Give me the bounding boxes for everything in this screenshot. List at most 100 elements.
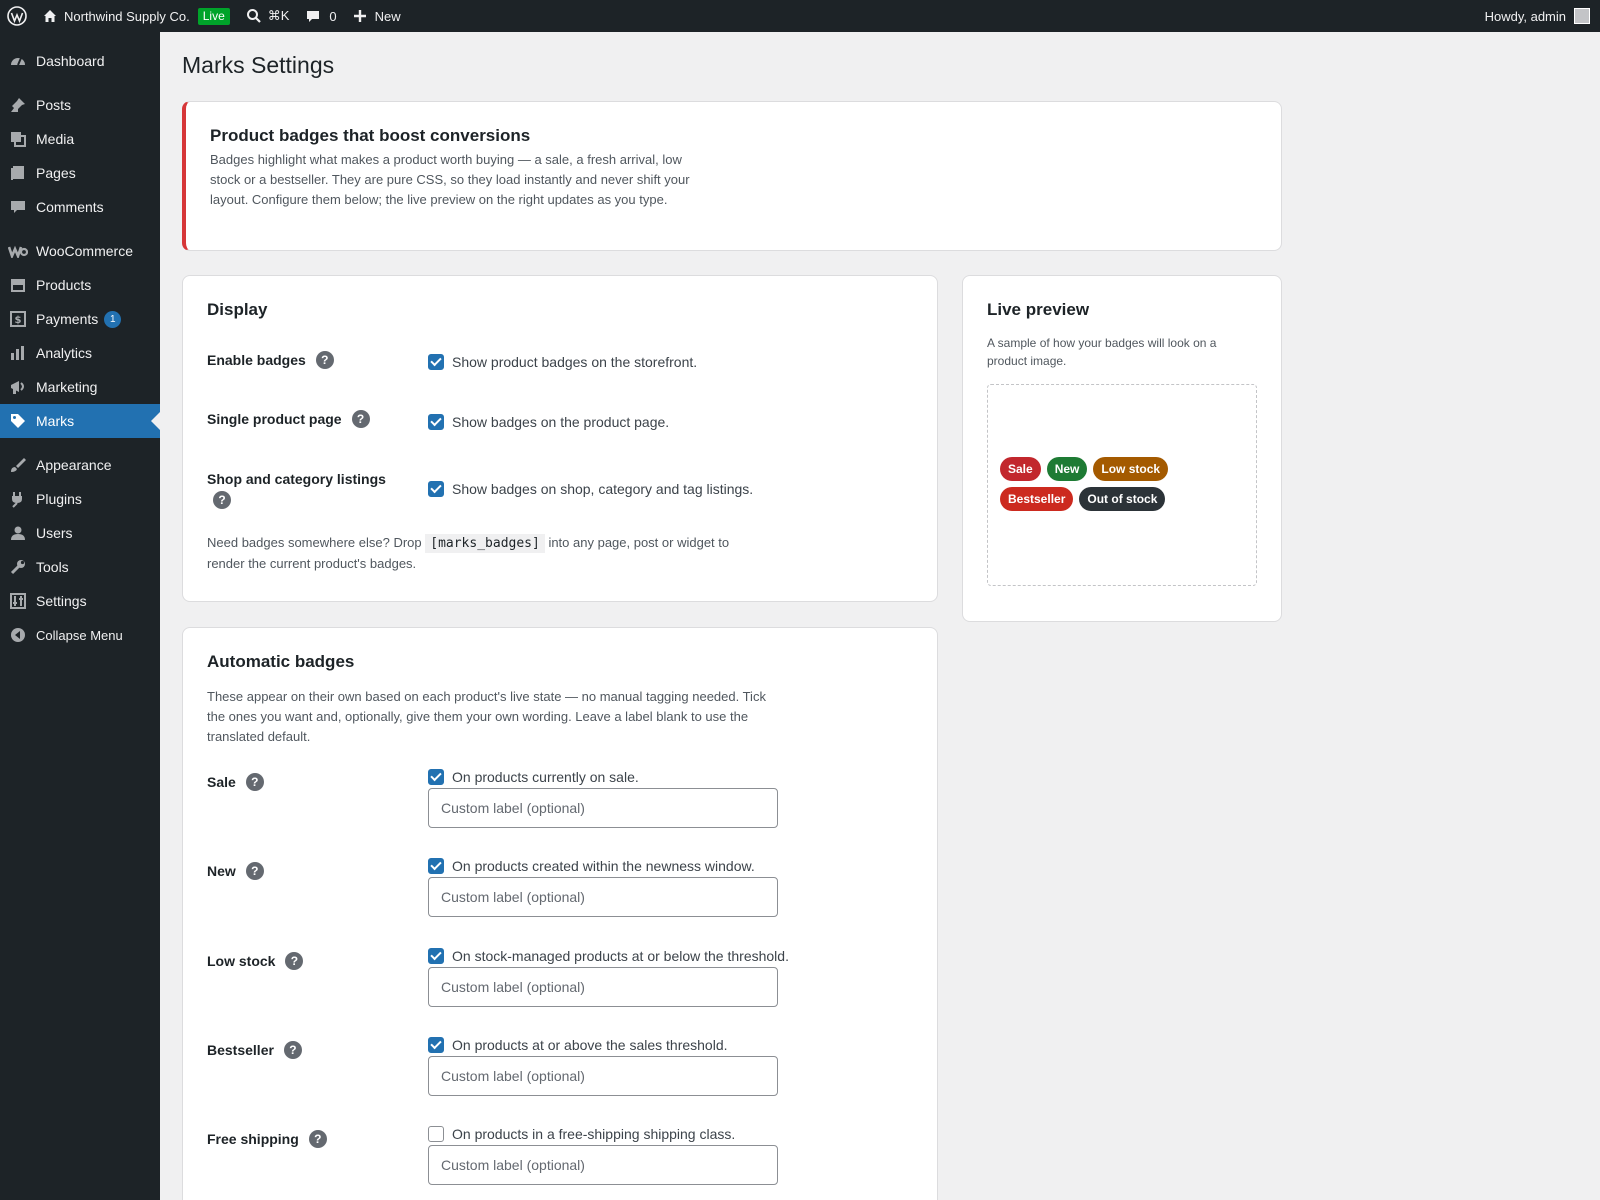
single-product-checkbox-row[interactable]: Show badges on the product page. bbox=[428, 414, 669, 430]
badge-bestseller: Bestseller bbox=[1000, 487, 1074, 511]
sidebar-item-marketing[interactable]: Marketing bbox=[0, 370, 160, 404]
page-title: Marks Settings bbox=[182, 52, 335, 78]
sidebar-item-settings[interactable]: Settings bbox=[0, 584, 160, 618]
sidebar-item-media[interactable]: Media bbox=[0, 122, 160, 156]
free-shipping-checkbox[interactable] bbox=[428, 1126, 444, 1142]
help-icon[interactable]: ? bbox=[308, 1130, 327, 1148]
intro-text: Badges highlight what makes a product wo… bbox=[210, 152, 690, 207]
shop-listings-checkbox[interactable] bbox=[428, 481, 444, 497]
sale-checkbox-row[interactable]: On products currently on sale. bbox=[428, 769, 639, 785]
admin-sidebar: Dashboard Posts Media Pages Comments Woo… bbox=[0, 32, 160, 1200]
admin-bar: Northwind Supply Co. Live ⌘K 0 New Howdy… bbox=[0, 0, 1600, 32]
sidebar-item-woocommerce[interactable]: WooCommerce bbox=[0, 234, 160, 268]
sidebar-item-label: Pages bbox=[36, 165, 76, 181]
free-shipping-checkbox-row[interactable]: On products in a free-shipping shipping … bbox=[428, 1126, 735, 1142]
wordpress-logo-icon[interactable] bbox=[0, 0, 34, 32]
badge-sale: Sale bbox=[1000, 457, 1041, 481]
sidebar-item-label: WooCommerce bbox=[36, 243, 133, 259]
bestseller-custom-label-input[interactable] bbox=[428, 1056, 778, 1096]
home-icon bbox=[44, 10, 56, 22]
comments-count: 0 bbox=[329, 8, 337, 24]
help-icon[interactable]: ? bbox=[315, 351, 334, 369]
checkbox-label: On products currently on sale. bbox=[452, 769, 639, 785]
row-label-text: Sale bbox=[207, 774, 236, 790]
note-text: Need badges somewhere else? Drop bbox=[207, 535, 426, 550]
sidebar-item-payments[interactable]: $ Payments 1 bbox=[0, 302, 160, 336]
single-product-label: Single product page? bbox=[207, 410, 370, 428]
low-stock-checkbox-row[interactable]: On stock-managed products at or below th… bbox=[428, 948, 789, 964]
payments-icon: $ bbox=[0, 310, 36, 328]
new-custom-label-input[interactable] bbox=[428, 877, 778, 917]
sidebar-item-label: Tools bbox=[36, 559, 69, 575]
badge-new: New bbox=[1046, 457, 1088, 481]
media-icon bbox=[0, 130, 36, 148]
woocommerce-icon bbox=[0, 244, 36, 258]
payments-count-badge: 1 bbox=[104, 310, 122, 328]
help-icon[interactable]: ? bbox=[285, 952, 304, 970]
new-content-link[interactable]: New bbox=[345, 0, 409, 32]
search-shortcut[interactable]: ⌘K bbox=[238, 0, 298, 32]
comments-link[interactable]: 0 bbox=[297, 0, 344, 32]
live-badge: Live bbox=[197, 7, 230, 25]
automatic-badges-card: Automatic badges These appear on their o… bbox=[182, 627, 938, 1200]
sidebar-item-products[interactable]: Products bbox=[0, 268, 160, 302]
bestseller-label: Bestseller? bbox=[207, 1041, 302, 1059]
free-shipping-label: Free shipping? bbox=[207, 1130, 327, 1148]
help-icon[interactable]: ? bbox=[283, 1041, 302, 1059]
site-name-link[interactable]: Northwind Supply Co. Live bbox=[34, 0, 238, 32]
sidebar-item-label: Dashboard bbox=[36, 53, 105, 69]
enable-badges-checkbox-row[interactable]: Show product badges on the storefront. bbox=[428, 354, 697, 370]
intro-notice: Product badges that boost conversions Ba… bbox=[182, 101, 1282, 251]
sidebar-item-tools[interactable]: Tools bbox=[0, 550, 160, 584]
sidebar-item-label: Comments bbox=[36, 199, 104, 215]
live-preview-card: Live preview A sample of how your badges… bbox=[962, 275, 1282, 622]
sidebar-item-analytics[interactable]: Analytics bbox=[0, 336, 160, 370]
sidebar-item-marks[interactable]: Marks bbox=[0, 404, 160, 438]
low-stock-checkbox[interactable] bbox=[428, 948, 444, 964]
user-icon bbox=[0, 524, 36, 542]
sidebar-item-label: Products bbox=[36, 277, 92, 293]
row-label-text: Shop and category listings bbox=[207, 471, 386, 487]
new-checkbox-row[interactable]: On products created within the newness w… bbox=[428, 858, 755, 874]
sidebar-item-pages[interactable]: Pages bbox=[0, 156, 160, 190]
settings-icon bbox=[0, 592, 36, 610]
sale-checkbox[interactable] bbox=[428, 769, 444, 785]
sidebar-item-dashboard[interactable]: Dashboard bbox=[0, 44, 160, 78]
intro-title: Product badges that boost conversions bbox=[210, 126, 531, 145]
sidebar-item-users[interactable]: Users bbox=[0, 516, 160, 550]
sidebar-item-label: Analytics bbox=[36, 345, 93, 361]
checkbox-label: On products at or above the sales thresh… bbox=[452, 1037, 728, 1053]
checkbox-label: Show badges on the product page. bbox=[452, 414, 670, 430]
sidebar-item-plugins[interactable]: Plugins bbox=[0, 482, 160, 516]
shortcode: [marks_badges] bbox=[425, 534, 545, 553]
shop-listings-label: Shop and category listings? bbox=[207, 469, 417, 509]
sidebar-item-comments[interactable]: Comments bbox=[0, 190, 160, 224]
new-checkbox[interactable] bbox=[428, 858, 444, 874]
help-icon[interactable]: ? bbox=[245, 773, 264, 791]
help-icon[interactable]: ? bbox=[213, 491, 231, 509]
help-icon[interactable]: ? bbox=[351, 410, 370, 428]
bestseller-checkbox[interactable] bbox=[428, 1037, 444, 1053]
sidebar-item-label: Marks bbox=[36, 413, 75, 429]
help-icon[interactable]: ? bbox=[245, 862, 264, 880]
plugin-icon bbox=[0, 490, 36, 508]
display-card: Display Enable badges? Show product badg… bbox=[182, 275, 938, 602]
sidebar-item-label: Posts bbox=[36, 97, 72, 113]
low-stock-custom-label-input[interactable] bbox=[428, 967, 778, 1007]
new-label: New bbox=[374, 8, 401, 24]
sale-custom-label-input[interactable] bbox=[428, 788, 778, 828]
sidebar-item-posts[interactable]: Posts bbox=[0, 88, 160, 122]
howdy-text: Howdy, admin bbox=[1484, 8, 1566, 24]
shop-listings-checkbox-row[interactable]: Show badges on shop, category and tag li… bbox=[428, 481, 753, 497]
my-account[interactable]: Howdy, admin bbox=[1477, 0, 1600, 32]
row-label-text: Single product page bbox=[207, 411, 342, 427]
free-shipping-custom-label-input[interactable] bbox=[428, 1145, 778, 1185]
collapse-menu-button[interactable]: Collapse Menu bbox=[0, 618, 160, 652]
single-product-checkbox[interactable] bbox=[428, 414, 444, 430]
row-label-text: Bestseller bbox=[207, 1042, 274, 1058]
checkbox-label: On stock-managed products at or below th… bbox=[452, 948, 789, 964]
search-icon bbox=[246, 9, 261, 23]
enable-badges-checkbox[interactable] bbox=[428, 354, 444, 370]
bestseller-checkbox-row[interactable]: On products at or above the sales thresh… bbox=[428, 1037, 728, 1053]
sidebar-item-appearance[interactable]: Appearance bbox=[0, 448, 160, 482]
